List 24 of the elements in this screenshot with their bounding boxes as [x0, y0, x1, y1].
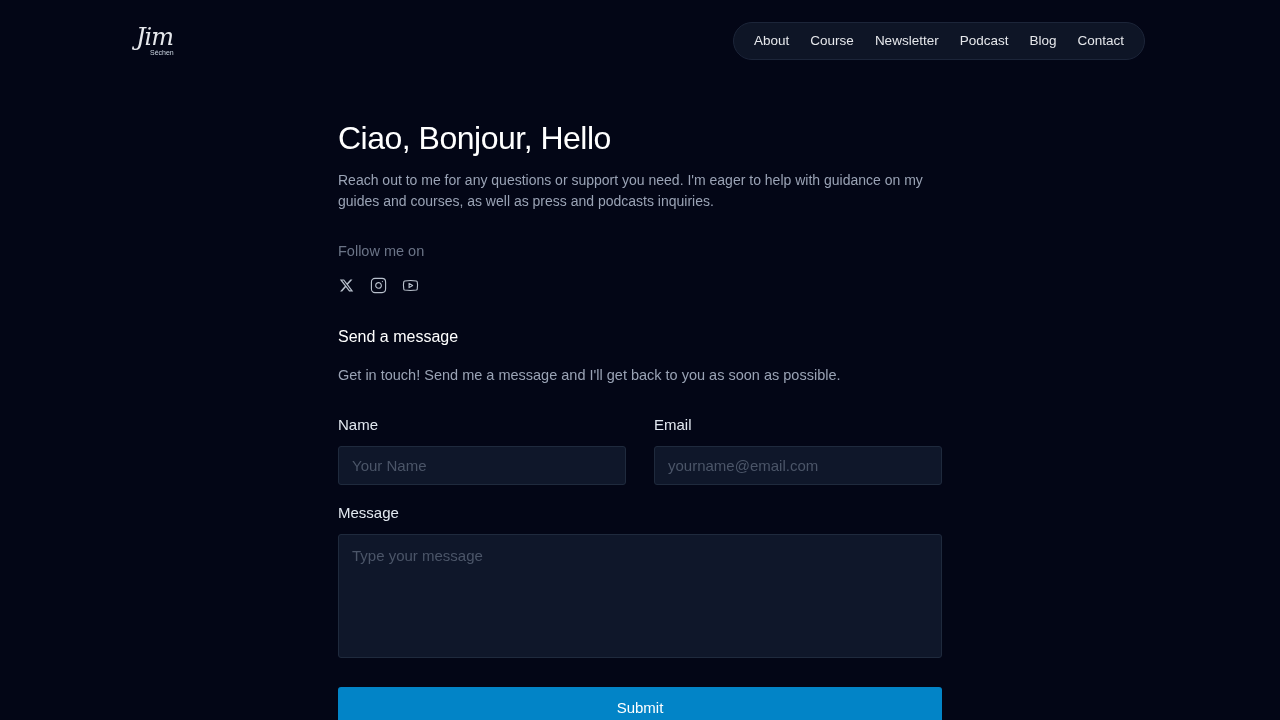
follow-label: Follow me on — [338, 242, 426, 261]
youtube-icon — [402, 277, 419, 294]
email-field[interactable]: yourname@email.com — [654, 446, 942, 485]
social-link[interactable] — [370, 277, 387, 294]
submit-button[interactable]: Submit — [338, 687, 942, 720]
social-link[interactable] — [402, 277, 419, 294]
name-field[interactable]: Your Name — [338, 446, 626, 485]
x-logo-icon — [339, 278, 354, 293]
nav-link[interactable]: Blog — [1029, 30, 1057, 52]
nav-link[interactable]: Course — [810, 30, 854, 52]
instagram-icon — [370, 277, 387, 294]
form-title: Send a message — [338, 327, 460, 347]
form-description: Get in touch! Send me a message and I'll get back to you as soon as possible. — [338, 366, 842, 385]
message-field[interactable]: Type your message — [338, 534, 942, 658]
nav-link[interactable]: About — [754, 30, 790, 52]
nav-link[interactable]: Newsletter — [874, 30, 939, 52]
field-label: Name — [338, 415, 379, 435]
field-label: Message — [338, 503, 400, 523]
page-title: Ciao, Bonjour, Hello — [338, 119, 612, 158]
nav-link[interactable]: Contact — [1077, 30, 1124, 52]
intro-text: Reach out to me for any questions or support you need. I'm eager to help with guidance on my guides and courses, as well as press and podcasts inquiries. — [338, 171, 924, 211]
field-label: Email — [654, 415, 693, 435]
social-link[interactable] — [338, 277, 355, 294]
nav-link[interactable]: Podcast — [959, 30, 1009, 52]
